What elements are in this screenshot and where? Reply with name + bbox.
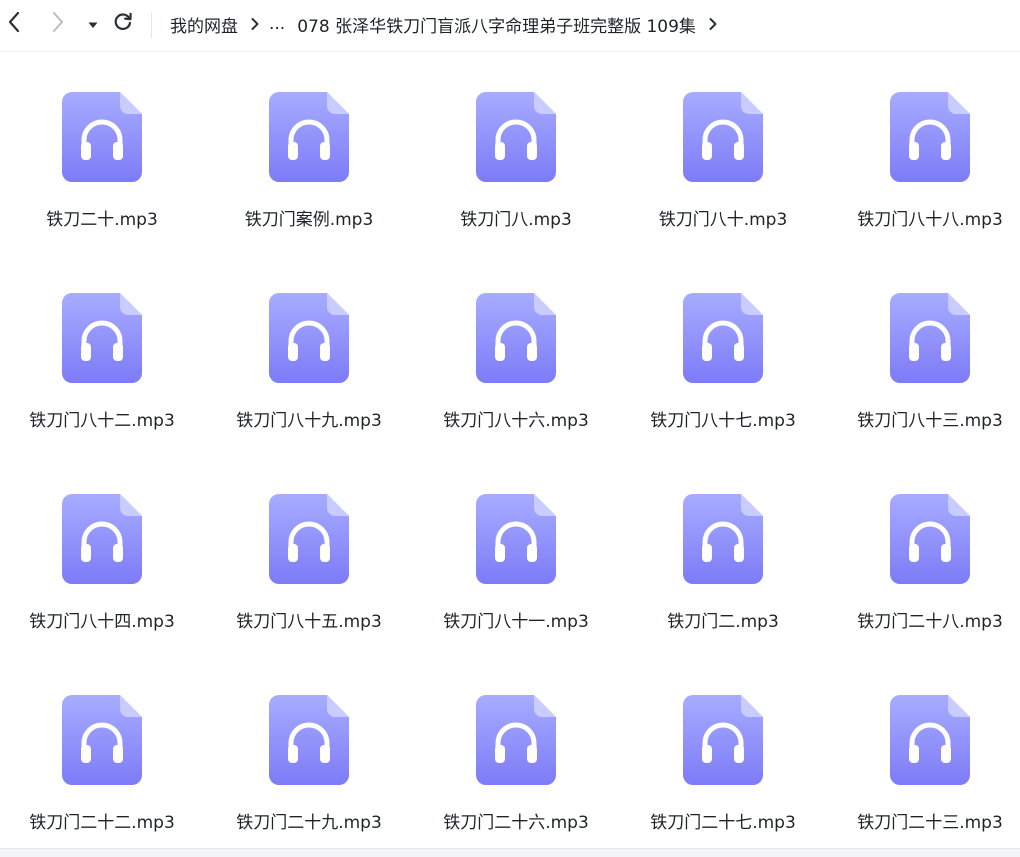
caret-down-icon [87, 15, 99, 34]
file-name: 铁刀门二十二.mp3 [29, 813, 175, 833]
file-item[interactable]: 铁刀门案例.mp3 [207, 52, 411, 253]
file-item[interactable]: 铁刀门八十八.mp3 [828, 52, 1020, 253]
audio-file-icon [269, 92, 349, 182]
chevron-left-icon [7, 10, 23, 38]
file-item[interactable]: 铁刀门八十七.mp3 [621, 253, 825, 454]
breadcrumb-separator-icon [250, 16, 260, 32]
file-item[interactable]: 铁刀门八十三.mp3 [828, 253, 1020, 454]
file-name: 铁刀门八十六.mp3 [443, 411, 589, 431]
file-item[interactable]: 铁刀门八十一.mp3 [414, 454, 618, 655]
audio-file-icon [890, 92, 970, 182]
file-item[interactable]: 铁刀门八十六.mp3 [414, 253, 618, 454]
chevron-right-icon [49, 10, 65, 38]
breadcrumb: 我的网盘 ... 078 张泽华铁刀门盲派八字命理弟子班完整版 109集 [170, 9, 727, 39]
breadcrumb-separator-icon [708, 16, 718, 32]
audio-file-icon [476, 494, 556, 584]
file-item[interactable]: 铁刀门二十二.mp3 [0, 655, 204, 856]
breadcrumb-root[interactable]: 我的网盘 [170, 12, 238, 37]
audio-file-icon [683, 695, 763, 785]
file-item[interactable]: 铁刀门八十.mp3 [621, 52, 825, 253]
file-name: 铁刀门二十七.mp3 [650, 813, 796, 833]
audio-file-icon [683, 293, 763, 383]
file-item[interactable]: 铁刀门八十五.mp3 [207, 454, 411, 655]
file-name: 铁刀门八十.mp3 [658, 210, 788, 230]
audio-file-icon [890, 494, 970, 584]
audio-file-icon [62, 695, 142, 785]
audio-file-icon [269, 293, 349, 383]
file-item[interactable]: 铁刀门二十九.mp3 [207, 655, 411, 856]
file-name: 铁刀门二十六.mp3 [443, 813, 589, 833]
audio-file-icon [683, 494, 763, 584]
file-name: 铁刀门八十八.mp3 [857, 210, 1003, 230]
file-item[interactable]: 铁刀二十.mp3 [0, 52, 204, 253]
file-name: 铁刀门二十三.mp3 [857, 813, 1003, 833]
toolbar-divider [151, 12, 152, 38]
file-item[interactable]: 铁刀门二十三.mp3 [828, 655, 1020, 856]
file-name: 铁刀二十.mp3 [46, 210, 158, 230]
file-name: 铁刀门八十五.mp3 [236, 612, 382, 632]
file-item[interactable]: 铁刀门二.mp3 [621, 454, 825, 655]
file-name: 铁刀门二.mp3 [667, 612, 779, 632]
forward-button[interactable] [42, 9, 72, 39]
file-item[interactable]: 铁刀门二十六.mp3 [414, 655, 618, 856]
file-name: 铁刀门八十四.mp3 [29, 612, 175, 632]
file-item[interactable]: 铁刀门八十九.mp3 [207, 253, 411, 454]
file-name: 铁刀门八十一.mp3 [443, 612, 589, 632]
back-button[interactable] [0, 9, 30, 39]
audio-file-icon [269, 695, 349, 785]
file-name: 铁刀门八十七.mp3 [650, 411, 796, 431]
audio-file-icon [476, 695, 556, 785]
audio-file-icon [62, 293, 142, 383]
refresh-icon [112, 11, 134, 37]
audio-file-icon [62, 92, 142, 182]
file-name: 铁刀门八.mp3 [460, 210, 572, 230]
file-item[interactable]: 铁刀门二十八.mp3 [828, 454, 1020, 655]
file-item[interactable]: 铁刀门八十二.mp3 [0, 253, 204, 454]
breadcrumb-current[interactable]: 078 张泽华铁刀门盲派八字命理弟子班完整版 109集 [297, 12, 696, 37]
audio-file-icon [476, 293, 556, 383]
file-item[interactable]: 铁刀门八.mp3 [414, 52, 618, 253]
refresh-button[interactable] [108, 9, 138, 39]
file-item[interactable]: 铁刀门二十七.mp3 [621, 655, 825, 856]
audio-file-icon [62, 494, 142, 584]
history-dropdown-button[interactable] [78, 9, 108, 39]
file-name: 铁刀门案例.mp3 [244, 210, 374, 230]
breadcrumb-ellipsis[interactable]: ... [269, 14, 285, 34]
file-item[interactable]: 铁刀门八十四.mp3 [0, 454, 204, 655]
file-name: 铁刀门八十二.mp3 [29, 411, 175, 431]
file-name: 铁刀门二十九.mp3 [236, 813, 382, 833]
audio-file-icon [890, 293, 970, 383]
file-name: 铁刀门八十三.mp3 [857, 411, 1003, 431]
audio-file-icon [683, 92, 763, 182]
audio-file-icon [476, 92, 556, 182]
audio-file-icon [269, 494, 349, 584]
audio-file-icon [890, 695, 970, 785]
toolbar: 我的网盘 ... 078 张泽华铁刀门盲派八字命理弟子班完整版 109集 [0, 0, 1020, 52]
file-grid: 铁刀二十.mp3 铁刀门案例.mp3 铁刀门八.mp3 铁刀门八十.mp3 铁刀… [0, 52, 1020, 848]
file-name: 铁刀门八十九.mp3 [236, 411, 382, 431]
file-name: 铁刀门二十八.mp3 [857, 612, 1003, 632]
